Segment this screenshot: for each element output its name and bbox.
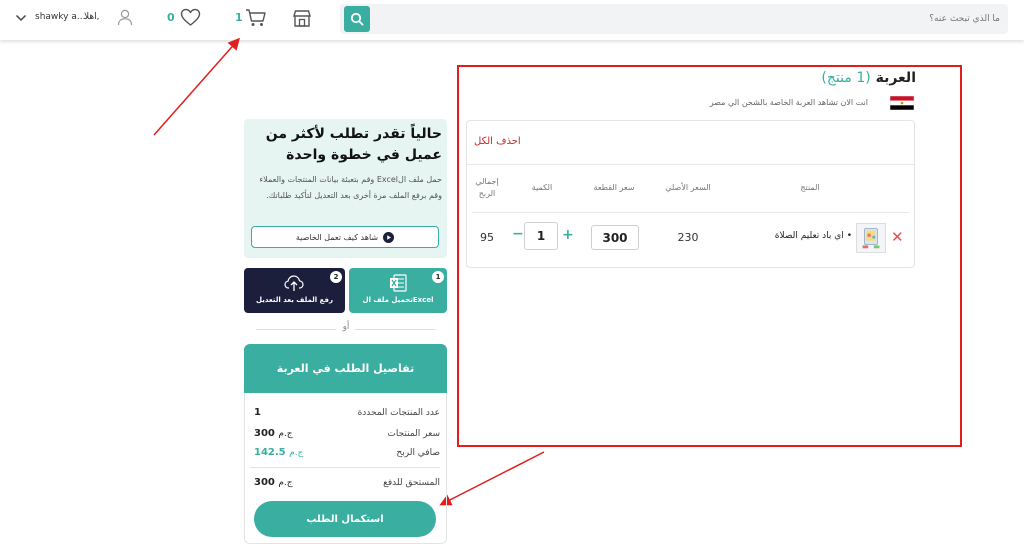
quantity-input[interactable] bbox=[524, 222, 558, 250]
divider bbox=[466, 164, 915, 165]
divider bbox=[355, 329, 435, 330]
column-header-total-profit: إجمالي الربح bbox=[475, 177, 499, 198]
divider bbox=[256, 329, 336, 330]
cart-title: العربة (1 منتج) bbox=[821, 70, 916, 86]
excel-icon bbox=[390, 274, 407, 292]
total-profit-value: 95 bbox=[480, 231, 494, 244]
checkout-button[interactable]: استكمال الطلب bbox=[254, 501, 436, 537]
quantity-decrease-button[interactable]: − bbox=[512, 226, 524, 242]
products-price-value: 300 ج.م bbox=[254, 428, 293, 439]
cart-subtitle: انت الان تشاهد العربة الخاصة بالشحن الي … bbox=[709, 98, 868, 107]
original-price-value: 230 bbox=[677, 231, 699, 244]
unit-price-input[interactable] bbox=[591, 225, 639, 250]
wishlist-count: 0 bbox=[167, 11, 175, 24]
products-price-label: سعر المنتجات bbox=[387, 429, 440, 439]
user-icon[interactable] bbox=[117, 9, 133, 26]
promo-text: حمل ملف الExcel وقم بتعبئة بيانات المنتج… bbox=[259, 175, 442, 200]
step-number: 2 bbox=[330, 271, 342, 283]
column-header-unit-price: سعر القطعة bbox=[593, 183, 635, 192]
amount-due-label: المستحق للدفع bbox=[383, 478, 440, 488]
watch-feature-label: شاهد كيف تعمل الخاصية bbox=[295, 232, 379, 242]
net-profit-label: صافي الربح bbox=[396, 448, 440, 458]
divider bbox=[472, 212, 909, 213]
order-summary-title: تفاصيل الطلب في العربة bbox=[244, 344, 447, 393]
divider bbox=[250, 467, 440, 468]
product-name[interactable]: • اي باد تعليم الصلاة bbox=[740, 231, 852, 241]
annotation-arrow-cart bbox=[153, 37, 240, 136]
watch-feature-button[interactable]: شاهد كيف تعمل الخاصية bbox=[251, 226, 439, 248]
user-name[interactable]: shawky a... bbox=[35, 12, 85, 22]
user-greeting: اهلا, bbox=[84, 12, 100, 22]
search-input[interactable] bbox=[380, 6, 1000, 32]
selected-count-value: 1 bbox=[254, 407, 261, 418]
selected-count-label: عدد المنتجات المحددة bbox=[357, 408, 440, 418]
amount-due-value: 300 ج.م bbox=[254, 477, 293, 488]
step-1-label: تحميل ملف الExcel bbox=[362, 296, 434, 304]
cart-count: 1 bbox=[235, 11, 243, 24]
cart-icon[interactable] bbox=[245, 8, 267, 28]
annotation-arrow-checkout bbox=[439, 451, 545, 506]
promo-title: حالياً تقدر تطلب لأكثر من عميل في خطوة و… bbox=[265, 126, 442, 163]
column-header-product: المنتج bbox=[800, 183, 820, 192]
search-icon bbox=[350, 12, 364, 26]
step-2-label: رفع الملف بعد التعديل bbox=[256, 296, 333, 304]
store-icon[interactable] bbox=[292, 9, 312, 28]
egypt-flag-icon bbox=[890, 96, 914, 110]
download-excel-button[interactable]: 1 تحميل ملف الExcel bbox=[349, 268, 447, 313]
step-number: 1 bbox=[432, 271, 444, 283]
play-icon bbox=[383, 231, 395, 243]
cart-item-count: (1 منتج) bbox=[821, 70, 871, 86]
delete-all-button[interactable]: احذف الكل bbox=[474, 136, 521, 147]
net-profit-value: 142.5 ج.م bbox=[254, 447, 304, 458]
chevron-down-icon[interactable] bbox=[15, 14, 27, 22]
heart-icon[interactable] bbox=[180, 8, 201, 27]
upload-file-button[interactable]: 2 رفع الملف بعد التعديل bbox=[244, 268, 345, 313]
product-thumbnail[interactable] bbox=[856, 223, 886, 253]
cloud-upload-icon bbox=[284, 275, 304, 291]
search-button[interactable] bbox=[344, 6, 370, 32]
column-header-original-price: السعر الأصلي bbox=[665, 183, 711, 192]
quantity-increase-button[interactable]: + bbox=[562, 227, 574, 243]
remove-item-icon[interactable]: ✕ bbox=[891, 229, 904, 245]
or-separator: أو bbox=[342, 322, 350, 332]
column-header-quantity: الكمية bbox=[531, 183, 553, 192]
